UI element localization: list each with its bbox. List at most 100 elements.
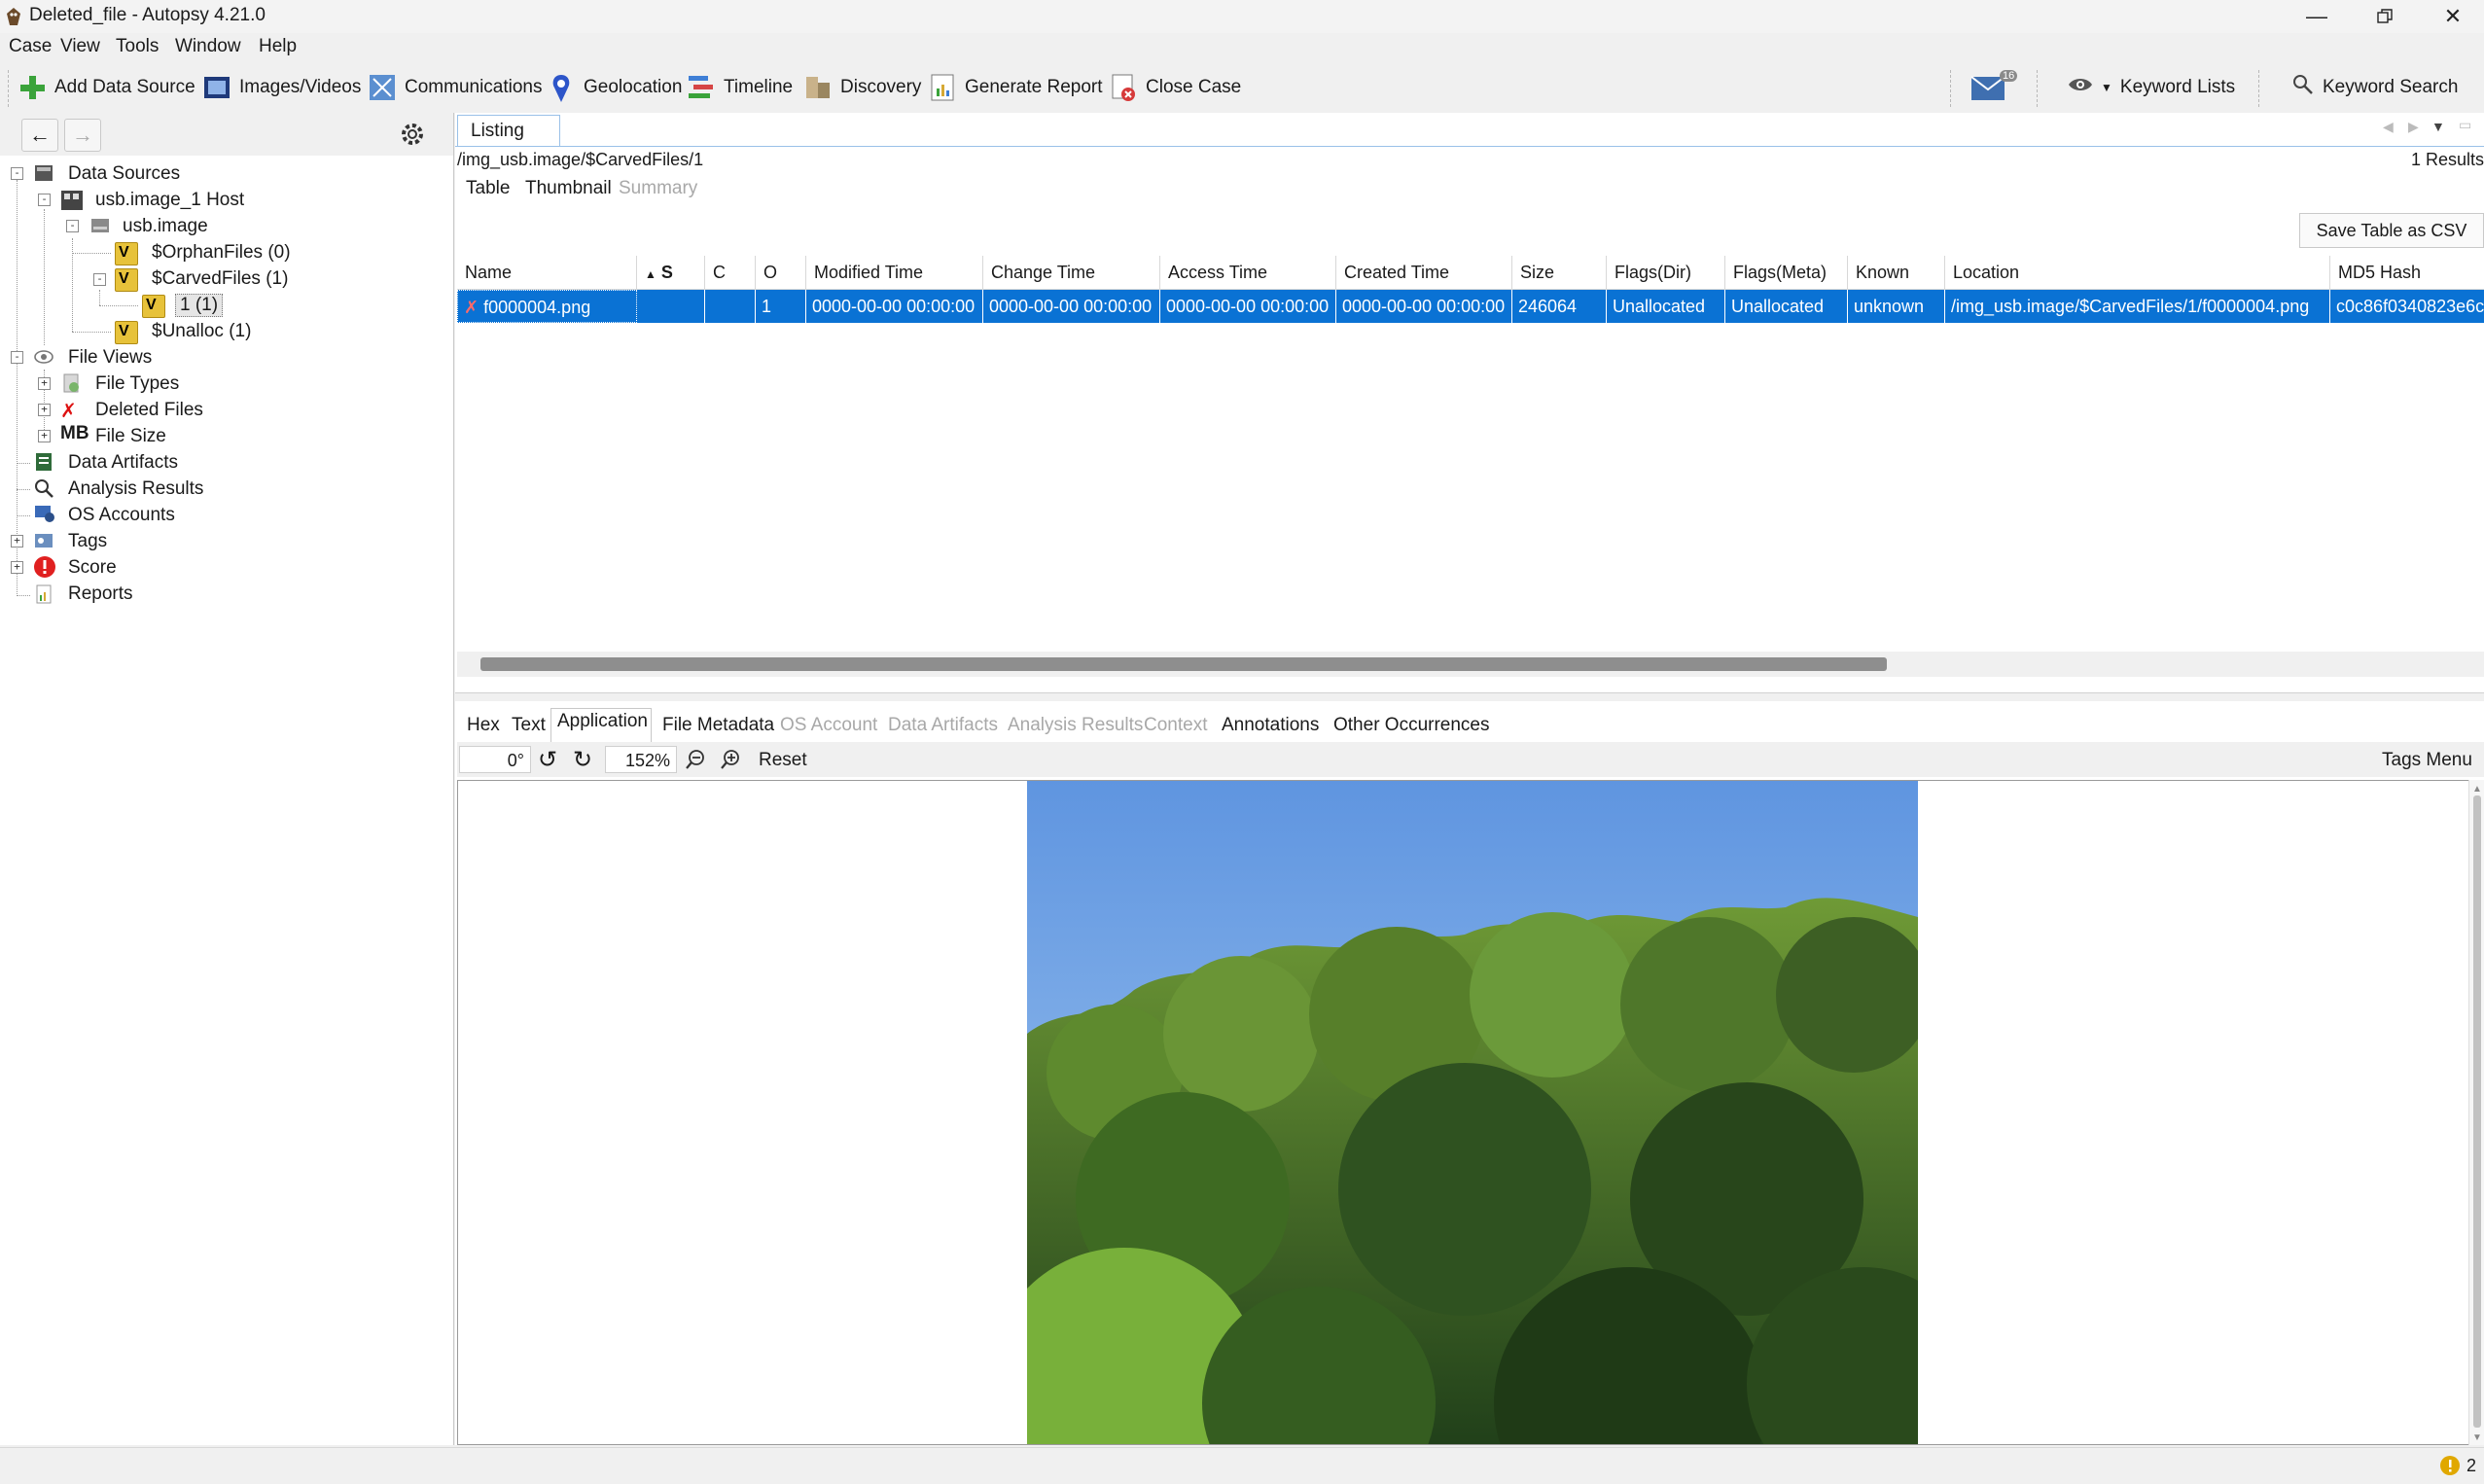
zoom-in-icon[interactable] xyxy=(717,745,746,774)
add-data-source-button[interactable]: Add Data Source xyxy=(18,70,195,105)
cell-access: 0000-00-00 00:00:00 xyxy=(1160,290,1336,323)
column-header-created[interactable]: Created Time xyxy=(1336,256,1512,289)
rotate-right-icon[interactable]: ↻ xyxy=(568,745,597,774)
column-header-c[interactable]: C xyxy=(705,256,756,289)
menu-view[interactable]: View xyxy=(60,36,100,57)
notifications-button[interactable]: 16 xyxy=(1970,70,2019,105)
column-header-md5[interactable]: MD5 Hash xyxy=(2330,256,2484,289)
column-header-location[interactable]: Location xyxy=(1945,256,2330,289)
generate-report-button[interactable]: Generate Report xyxy=(928,70,1103,105)
tree-item-analysis-results[interactable]: Analysis Results xyxy=(68,478,203,500)
tab-thumbnail[interactable]: Thumbnail xyxy=(525,178,612,199)
rotate-left-icon[interactable]: ↺ xyxy=(533,745,562,774)
table-row[interactable]: ✗ f0000004.png 1 0000-00-00 00:00:00 000… xyxy=(457,290,2484,323)
keyword-lists-button[interactable]: ▼ Keyword Lists xyxy=(2068,70,2235,105)
forward-arrow-icon[interactable]: → xyxy=(64,119,101,152)
tree-item-data-artifacts[interactable]: Data Artifacts xyxy=(68,452,178,474)
images-videos-button[interactable]: Images/Videos xyxy=(202,70,361,105)
tree-item-os-accounts[interactable]: OS Accounts xyxy=(68,505,175,526)
table-scroll-thumb[interactable] xyxy=(480,657,1887,671)
keyword-search-button[interactable]: Keyword Search xyxy=(2291,70,2458,105)
tree-item-unalloc[interactable]: $Unalloc (1) xyxy=(152,321,251,342)
tab-application[interactable]: Application xyxy=(557,711,648,732)
minimize-icon[interactable]: — xyxy=(2283,0,2351,33)
column-header-flags-dir[interactable]: Flags(Dir) xyxy=(1607,256,1725,289)
tab-list-dropdown-icon[interactable]: ▼ xyxy=(2431,119,2445,134)
tree-item-deleted-files[interactable]: Deleted Files xyxy=(95,400,203,421)
tree-item-host[interactable]: usb.image_1 Host xyxy=(95,190,244,211)
column-header-change[interactable]: Change Time xyxy=(983,256,1160,289)
tags-menu-button[interactable]: Tags Menu xyxy=(2382,750,2472,771)
tab-hex[interactable]: Hex xyxy=(467,715,500,736)
tree-item-carved-1[interactable]: 1 (1) xyxy=(175,294,224,317)
zoom-field[interactable]: 152% xyxy=(605,746,677,773)
column-header-flags-meta[interactable]: Flags(Meta) xyxy=(1725,256,1848,289)
tags-icon xyxy=(33,530,54,551)
tree-item-file-views[interactable]: File Views xyxy=(68,347,152,369)
menu-window[interactable]: Window xyxy=(175,36,241,57)
results-count: 1 Results xyxy=(2410,150,2484,169)
scroll-up-icon[interactable]: ▲ xyxy=(2472,784,2482,795)
host-icon xyxy=(60,189,83,210)
tab-analysis-results[interactable]: Analysis Results xyxy=(1008,715,1143,736)
image-scroll-thumb[interactable] xyxy=(2473,795,2481,1428)
score-icon xyxy=(33,555,55,578)
rotation-field[interactable]: 0° xyxy=(459,746,531,773)
tab-data-artifacts[interactable]: Data Artifacts xyxy=(888,715,998,736)
tree-item-orphan-files[interactable]: $OrphanFiles (0) xyxy=(152,242,291,264)
tree-item-carved-files[interactable]: $CarvedFiles (1) xyxy=(152,268,288,290)
close-icon[interactable]: ✕ xyxy=(2419,0,2484,33)
zoom-out-icon[interactable] xyxy=(682,745,711,774)
tab-annotations[interactable]: Annotations xyxy=(1222,715,1319,736)
column-header-known[interactable]: Known xyxy=(1848,256,1945,289)
scroll-down-icon[interactable]: ▼ xyxy=(2472,1432,2482,1443)
column-header-access[interactable]: Access Time xyxy=(1160,256,1336,289)
tree-item-usb-image[interactable]: usb.image xyxy=(123,216,208,237)
maximize-panel-icon[interactable]: ▭ xyxy=(2459,117,2471,133)
warning-icon[interactable] xyxy=(2439,1455,2461,1482)
tab-scroll-left-icon[interactable]: ◀ xyxy=(2383,119,2394,135)
menu-case[interactable]: Case xyxy=(9,36,52,57)
timeline-button[interactable]: Timeline xyxy=(687,70,793,105)
tree-item-file-types[interactable]: File Types xyxy=(95,373,179,395)
image-vertical-scrollbar[interactable]: ▲ ▼ xyxy=(2468,780,2484,1445)
tree-item-tags[interactable]: Tags xyxy=(68,531,107,552)
tab-scroll-right-icon[interactable]: ▶ xyxy=(2408,119,2419,135)
close-case-button[interactable]: Close Case xyxy=(1109,70,1241,105)
discovery-button[interactable]: Discovery xyxy=(803,70,921,105)
close-case-icon xyxy=(1109,73,1138,102)
geolocation-button[interactable]: Geolocation xyxy=(547,70,682,105)
cell-name[interactable]: ✗ f0000004.png xyxy=(457,290,637,323)
column-header-size[interactable]: Size xyxy=(1512,256,1607,289)
column-header-name[interactable]: Name xyxy=(457,256,637,289)
tab-context[interactable]: Context xyxy=(1144,715,1207,736)
tab-os-account[interactable]: OS Account xyxy=(780,715,877,736)
close-case-label: Close Case xyxy=(1146,77,1242,97)
displayed-image xyxy=(1027,781,1918,1444)
tab-table[interactable]: Table xyxy=(466,178,510,199)
column-header-s[interactable]: ▲ S xyxy=(637,256,705,289)
tab-file-metadata[interactable]: File Metadata xyxy=(662,715,774,736)
add-data-source-icon xyxy=(18,73,47,102)
dropdown-caret-icon: ▼ xyxy=(2101,81,2112,94)
tree-item-data-sources[interactable]: Data Sources xyxy=(68,163,180,185)
panel-splitter[interactable] xyxy=(455,692,2484,701)
tree-item-file-size[interactable]: File Size xyxy=(95,426,166,447)
tree-item-score[interactable]: Score xyxy=(68,557,117,579)
gear-icon[interactable] xyxy=(395,119,430,150)
back-arrow-icon[interactable]: ← xyxy=(21,119,58,152)
tab-summary[interactable]: Summary xyxy=(619,178,697,199)
column-header-modified[interactable]: Modified Time xyxy=(806,256,983,289)
tree-item-reports[interactable]: Reports xyxy=(68,583,133,605)
maximize-icon[interactable] xyxy=(2351,0,2419,33)
save-table-csv-button[interactable]: Save Table as CSV xyxy=(2299,213,2484,248)
reset-button[interactable]: Reset xyxy=(759,750,807,771)
menu-help[interactable]: Help xyxy=(259,36,297,57)
menu-tools[interactable]: Tools xyxy=(116,36,159,57)
column-header-o[interactable]: O xyxy=(756,256,806,289)
tab-other-occurrences[interactable]: Other Occurrences xyxy=(1333,715,1490,736)
tab-text[interactable]: Text xyxy=(512,715,546,736)
sort-ascending-icon: ▲ xyxy=(645,267,656,281)
communications-button[interactable]: Communications xyxy=(368,70,543,105)
menu-bar xyxy=(0,33,2484,63)
